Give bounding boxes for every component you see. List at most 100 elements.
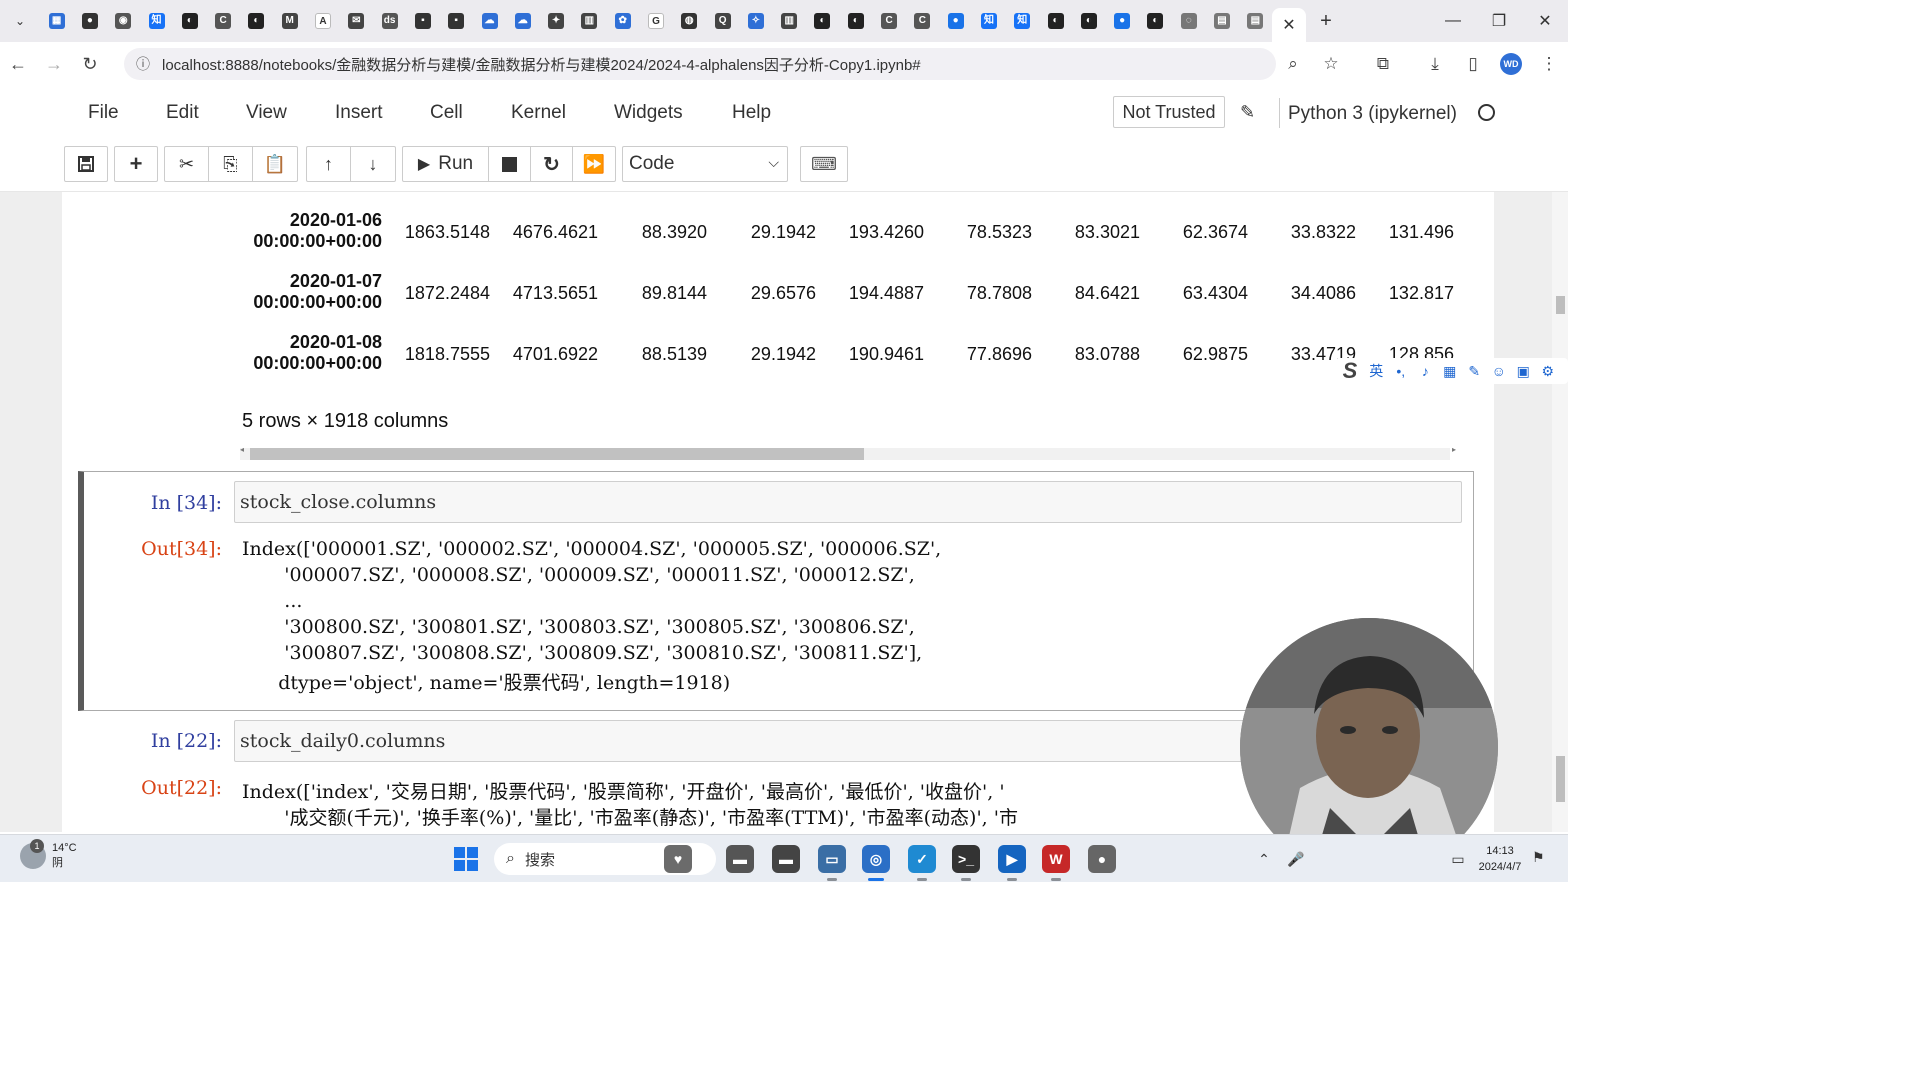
browser-tab-square-app[interactable]: ▪ [406, 0, 439, 42]
browser-tab-run-app[interactable]: ✦ [539, 0, 572, 42]
browser-tab-doc-app[interactable]: ▤ [1205, 0, 1238, 42]
output-horizontal-scrollbar[interactable]: ◂ ▸ [240, 445, 1456, 460]
ime-settings-icon[interactable]: ⚙ [1536, 363, 1561, 380]
browser-tab-circle-app[interactable]: ◉ [107, 0, 140, 42]
ime-keyboard-icon[interactable]: ▦ [1438, 363, 1463, 380]
browser-tab-zhihu[interactable]: 知 [1006, 0, 1039, 42]
browser-tab-mail[interactable]: ✉ [340, 0, 373, 42]
browser-tab-blue-app[interactable]: ● [1106, 0, 1139, 42]
profile-button[interactable]: WD [1492, 42, 1530, 86]
run-button[interactable]: ▶ Run [403, 147, 489, 181]
site-info-icon[interactable]: ⓘ [136, 54, 150, 74]
paste-clipboard-icon[interactable]: 📋 [253, 147, 297, 181]
reload-button[interactable]: ↻ [72, 42, 108, 86]
not-trusted-button[interactable]: Not Trusted [1113, 96, 1225, 128]
vertical-scroll-thumb[interactable] [1556, 756, 1565, 802]
ime-language-toggle[interactable]: 英 [1364, 361, 1389, 381]
restore-button[interactable]: ❐ [1476, 0, 1522, 42]
save-icon[interactable] [65, 147, 107, 181]
browser-tab-ds-app[interactable]: ds [373, 0, 406, 42]
browser-tab-a-app[interactable]: A [306, 0, 339, 42]
menu-file[interactable]: File [88, 102, 119, 124]
browser-tab-book-app[interactable]: ▥ [573, 0, 606, 42]
taskbar-app-terminal-dark[interactable]: ▬ [772, 845, 800, 873]
browser-tab-zhihu[interactable]: 知 [972, 0, 1005, 42]
forward-button[interactable]: → [36, 42, 72, 86]
move-up-arrow-icon[interactable]: ↑ [307, 147, 351, 181]
sidebar-icon[interactable]: ▯ [1454, 42, 1492, 86]
menu-insert[interactable]: Insert [335, 102, 383, 124]
menu-cell[interactable]: Cell [430, 102, 463, 124]
menu-view[interactable]: View [246, 102, 287, 124]
minimize-button[interactable]: — [1430, 0, 1476, 42]
browser-tab-q-app[interactable]: Q [706, 0, 739, 42]
browser-tab-github[interactable]: ◐ [173, 0, 206, 42]
restart-kernel-icon[interactable]: ↻ [531, 147, 573, 181]
browser-tab-star-app[interactable]: ✧ [739, 0, 772, 42]
scroll-right-arrow-icon[interactable]: ▸ [1452, 445, 1456, 454]
restart-run-all-fast-forward-icon[interactable]: ⏩ [573, 147, 615, 181]
browser-tab-github[interactable]: ◐ [1139, 0, 1172, 42]
browser-tab-calendar[interactable]: ▦ [40, 0, 73, 42]
menu-kernel[interactable]: Kernel [511, 102, 566, 124]
scroll-left-arrow-icon[interactable]: ◂ [240, 445, 244, 454]
code-text[interactable]: stock_daily0.columns [240, 730, 445, 752]
display-icon[interactable]: ▭ [1442, 851, 1474, 868]
taskbar-app-wps[interactable]: W [1042, 845, 1070, 873]
browser-tab-book-app[interactable]: ▥ [773, 0, 806, 42]
kernel-name[interactable]: Python 3 (ipykernel) [1288, 103, 1457, 125]
taskbar-app-obs[interactable]: ● [1088, 845, 1116, 873]
more-menu-icon[interactable]: ⋮ [1530, 42, 1568, 86]
microphone-icon[interactable]: 🎤 [1280, 851, 1312, 868]
download-icon[interactable]: ⤓ [1416, 42, 1454, 86]
notification-icon[interactable]: ⚑ [1532, 849, 1545, 866]
browser-tab-c-app[interactable]: C [872, 0, 905, 42]
menu-edit[interactable]: Edit [166, 102, 199, 124]
bookmark-star-icon[interactable]: ☆ [1312, 42, 1350, 86]
browser-tab-zhihu[interactable]: 知 [140, 0, 173, 42]
browser-tab-cloud[interactable]: ☁ [506, 0, 539, 42]
url-field[interactable]: ⓘ localhost:8888/notebooks/金融数据分析与建模/金融数… [124, 48, 1276, 80]
sogou-logo-icon[interactable]: S [1336, 358, 1364, 384]
browser-tab-c-app[interactable]: C [206, 0, 239, 42]
cell-type-select[interactable]: Code ⌵ [622, 146, 788, 182]
cut-scissors-icon[interactable]: ✂ [165, 147, 209, 181]
browser-tab-loading[interactable]: ◌ [1172, 0, 1205, 42]
browser-tab-blue-app[interactable]: ● [939, 0, 972, 42]
active-tab-close-icon[interactable]: ✕ [1271, 8, 1306, 42]
taskbar-app-file-manager[interactable]: ▬ [726, 845, 754, 873]
taskbar-app-folder[interactable]: ▭ [818, 845, 846, 873]
tab-search-menu-icon[interactable]: ⌄ [0, 0, 40, 42]
insert-cell-plus-icon[interactable]: + [115, 147, 157, 181]
move-down-arrow-icon[interactable]: ↓ [351, 147, 395, 181]
zoom-icon[interactable]: ⌕ [1274, 42, 1312, 86]
browser-tab-github[interactable]: ◐ [240, 0, 273, 42]
start-windows-icon[interactable] [454, 847, 478, 871]
taskbar-app-vscode-blue[interactable]: ✓ [908, 845, 936, 873]
menu-help[interactable]: Help [732, 102, 771, 124]
copy-icon[interactable]: ⎘ [209, 147, 253, 181]
back-button[interactable]: ← [0, 42, 36, 86]
new-tab-button[interactable]: + [1306, 10, 1346, 33]
ime-punctuation-icon[interactable]: •, [1389, 363, 1414, 379]
menu-widgets[interactable]: Widgets [614, 102, 683, 124]
interrupt-stop-icon[interactable] [489, 147, 531, 181]
taskbar-app-chrome[interactable]: ◎ [862, 845, 890, 873]
edit-pencil-icon[interactable]: ✎ [1240, 102, 1255, 123]
ime-emoji-icon[interactable]: ☺ [1487, 363, 1512, 379]
taskbar-app-recorder[interactable]: ▶ [998, 845, 1026, 873]
taskbar-app-widgets[interactable]: ♥ [664, 845, 692, 873]
command-palette-keyboard-icon[interactable]: ⌨ [800, 146, 848, 182]
browser-tab-square-app[interactable]: ▪ [440, 0, 473, 42]
browser-tab-github[interactable]: ◐ [1039, 0, 1072, 42]
page-vertical-scrollbar[interactable] [1552, 192, 1568, 832]
ime-toolbox-icon[interactable]: ▣ [1511, 363, 1536, 380]
browser-tab-google[interactable]: G [639, 0, 672, 42]
browser-tab-globe[interactable]: ◍ [673, 0, 706, 42]
close-window-button[interactable]: ✕ [1522, 0, 1568, 42]
extensions-icon[interactable]: ⧉ [1364, 42, 1402, 86]
horizontal-scroll-thumb[interactable] [250, 448, 864, 460]
weather-widget[interactable]: 1 14°C 阴 [20, 839, 77, 871]
ime-voice-icon[interactable]: ♪ [1413, 363, 1438, 379]
browser-tab-github[interactable]: ◐ [806, 0, 839, 42]
